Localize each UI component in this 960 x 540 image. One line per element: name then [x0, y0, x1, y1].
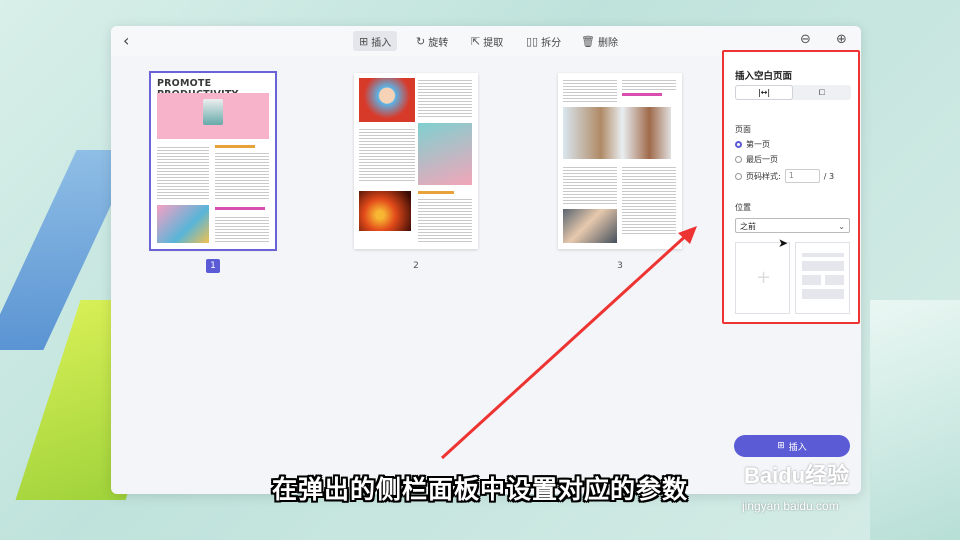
arrow-line [440, 230, 692, 460]
baidu-watermark-logo: Baidu经验 [744, 463, 850, 488]
watermark-url: jingyan.baidu.com [742, 499, 839, 513]
